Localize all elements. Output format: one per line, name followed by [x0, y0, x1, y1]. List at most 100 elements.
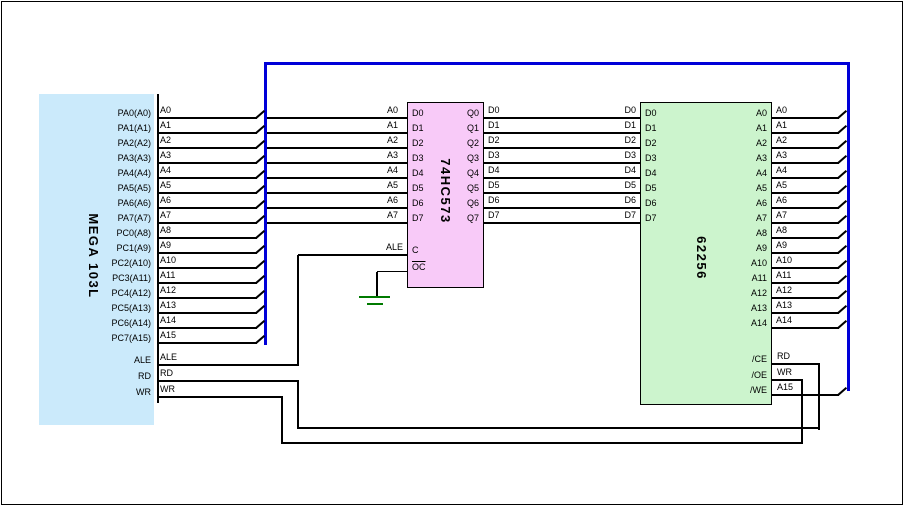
- mcu-pin-rail: [157, 94, 159, 403]
- wire-label-a7: A7: [160, 210, 188, 221]
- wire-label-d5: D5: [488, 180, 516, 191]
- wire-label-a9: A9: [776, 240, 804, 251]
- wire-label-a6: A6: [160, 195, 188, 206]
- wire-a5-sram: [772, 192, 839, 194]
- wire-label-d3: D3: [488, 150, 516, 161]
- wire-a6-latch: [267, 207, 408, 209]
- pin-label-d4: D4: [645, 168, 673, 178]
- pin-label-d6: D6: [412, 198, 440, 208]
- wire-label-ale: ALE: [373, 242, 403, 253]
- wire-oc: [377, 271, 407, 273]
- pin-label-q5: Q5: [451, 183, 479, 193]
- wire-a5: [157, 192, 257, 194]
- pin-label-d4: D4: [412, 168, 440, 178]
- pin-label-d6: D6: [645, 198, 673, 208]
- pin-label-pc7-a15: PC7(A15): [61, 333, 151, 343]
- pin-label-q7: Q7: [451, 213, 479, 223]
- wire-ale: [298, 254, 407, 256]
- wire-label-a5: A5: [776, 180, 804, 191]
- wire-label-a1: A1: [776, 120, 804, 131]
- pin-label-q1: Q1: [451, 123, 479, 133]
- pin-label-pc6-a14: PC6(A14): [61, 318, 151, 328]
- wire-label-a1: A1: [370, 120, 398, 131]
- wire-label-d0: D0: [608, 105, 636, 116]
- chip-label-62256: 62256: [693, 158, 709, 358]
- pin-label-d3: D3: [412, 153, 440, 163]
- pin-label-d0: D0: [645, 108, 673, 118]
- wire-label-a7: A7: [776, 210, 804, 221]
- wire-ale: [157, 364, 299, 366]
- pin-label-a3: A3: [737, 153, 767, 163]
- wire-d7: [484, 222, 640, 224]
- wire-rd: [297, 381, 299, 429]
- pin-label-q3: Q3: [451, 153, 479, 163]
- pin-label-pc0-a8: PC0(A8): [61, 228, 151, 238]
- wire-label-d1: D1: [608, 120, 636, 131]
- wire-label-ale: ALE: [160, 352, 188, 363]
- pin-label-q4: Q4: [451, 168, 479, 178]
- pin-label-q2: Q2: [451, 138, 479, 148]
- pin-label-d1: D1: [645, 123, 673, 133]
- wire-label-a2: A2: [776, 135, 804, 146]
- wire-label-a0: A0: [370, 105, 398, 116]
- pin-label-a6: A6: [737, 198, 767, 208]
- pin-label-q0: Q0: [451, 108, 479, 118]
- wire-label-rd: RD: [777, 351, 805, 362]
- wire-label-d7: D7: [608, 210, 636, 221]
- wire-a14-sram: [772, 327, 839, 329]
- wire-a2-latch: [267, 147, 408, 149]
- wire-label-a15: A15: [777, 382, 805, 393]
- ground-symbol: [359, 296, 390, 298]
- wire-label-d6: D6: [488, 195, 516, 206]
- wire-a1-latch: [267, 132, 408, 134]
- wire-wr: [157, 396, 283, 398]
- wire-a9-sram: [772, 252, 839, 254]
- wire-a13-sram: [772, 312, 839, 314]
- pin-label-d7: D7: [645, 213, 673, 223]
- wire-d1: [484, 132, 640, 134]
- wire-label-a14: A14: [776, 315, 804, 326]
- pin-label-d5: D5: [412, 183, 440, 193]
- wire-label-d4: D4: [608, 165, 636, 176]
- wire-a15: [772, 394, 839, 396]
- pin-label-pa1-a1: PA1(A1): [61, 123, 151, 133]
- wire-a5-latch: [267, 192, 408, 194]
- wire-a2: [157, 147, 257, 149]
- wire-label-a12: A12: [160, 285, 188, 296]
- wire-label-a5: A5: [160, 180, 188, 191]
- pin-label-d1: D1: [412, 123, 440, 133]
- wire-wr: [281, 397, 283, 444]
- wire-a13: [157, 312, 257, 314]
- wire-label-d3: D3: [608, 150, 636, 161]
- pin-label-a7: A7: [737, 213, 767, 223]
- wire-a1-sram: [772, 132, 839, 134]
- wire-d3: [484, 162, 640, 164]
- wire-label-d5: D5: [608, 180, 636, 191]
- wire-a10: [157, 267, 257, 269]
- wire-a11-sram: [772, 282, 839, 284]
- wire-label-a12: A12: [776, 285, 804, 296]
- address-bus-right: [847, 62, 850, 391]
- pin-label-pc3-a11: PC3(A11): [61, 273, 151, 283]
- wire-rd: [157, 380, 299, 382]
- wire-ale: [297, 255, 299, 366]
- pin-label-pa0-a0: PA0(A0): [61, 108, 151, 118]
- pin-label-a13: A13: [737, 303, 767, 313]
- pin-label-rd: RD: [61, 371, 151, 381]
- wire-a15: [157, 342, 257, 344]
- address-bus-left: [264, 62, 267, 345]
- pin-label-ce: /CE: [737, 354, 767, 364]
- wire-a7-sram: [772, 222, 839, 224]
- pin-label-pa3-a3: PA3(A3): [61, 153, 151, 163]
- wire-a6-sram: [772, 207, 839, 209]
- pin-label-a8: A8: [737, 228, 767, 238]
- pin-label-a10: A10: [737, 258, 767, 268]
- wire-wr: [282, 442, 803, 444]
- wire-a3-latch: [267, 162, 408, 164]
- wire-rd: [818, 364, 820, 430]
- wire-a0: [157, 117, 257, 119]
- wire-label-a3: A3: [370, 150, 398, 161]
- wire-label-wr: WR: [777, 367, 805, 378]
- wire-label-a5: A5: [370, 180, 398, 191]
- wire-rd: [298, 427, 820, 429]
